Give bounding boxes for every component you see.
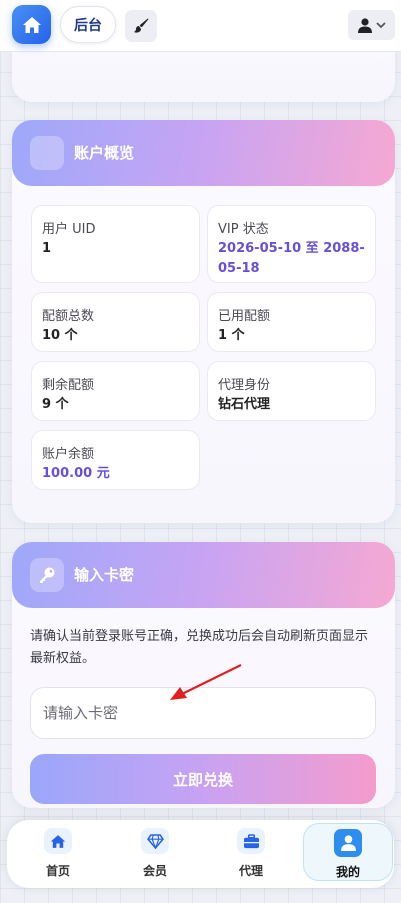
stat-quota-total: 配额总数 10 个 <box>31 292 200 352</box>
redeem-title: 输入卡密 <box>74 566 135 584</box>
account-overview-header: 账户概览 <box>12 120 395 186</box>
annotation-arrow-icon <box>170 664 242 700</box>
stat-label: 剩余配额 <box>42 378 95 393</box>
brush-icon <box>134 18 149 33</box>
key-icon <box>40 567 55 583</box>
nav-label: 代理 <box>238 864 263 878</box>
stat-quota-remaining: 剩余配额 9 个 <box>31 361 200 421</box>
nav-item-member[interactable]: 会员 <box>110 820 200 888</box>
user-icon <box>357 17 372 33</box>
stat-value: 100.00 元 <box>42 466 110 481</box>
home-button[interactable] <box>12 5 51 44</box>
key-icon-wrap <box>30 558 64 592</box>
stat-value: 10 个 <box>42 328 78 343</box>
account-overview-title: 账户概览 <box>74 144 135 162</box>
chevron-down-icon <box>375 22 386 29</box>
stat-label: 已用配额 <box>218 309 271 324</box>
stat-value: 1 <box>42 241 52 256</box>
theme-brush-button[interactable] <box>125 10 157 42</box>
stat-value: 钻石代理 <box>218 397 271 412</box>
stat-value: 1 个 <box>218 328 245 343</box>
stat-label: 账户余额 <box>42 447 95 462</box>
nav-label: 首页 <box>45 864 70 878</box>
overview-icon <box>30 136 64 170</box>
diamond-icon <box>141 828 169 854</box>
stat-label: 代理身份 <box>218 378 271 393</box>
user-menu-button[interactable] <box>348 10 395 40</box>
stat-value: 9 个 <box>42 397 69 412</box>
stat-label: 配额总数 <box>42 309 95 324</box>
stat-label: VIP 状态 <box>218 222 269 237</box>
stat-user-uid: 用户 UID 1 <box>31 205 200 283</box>
admin-button[interactable]: 后台 <box>60 6 116 43</box>
redeem-button[interactable]: 立即兑换 <box>30 754 376 804</box>
nav-item-mine[interactable]: 我的 <box>303 823 393 881</box>
nav-item-home[interactable]: 首页 <box>13 820 103 888</box>
stat-quota-used: 已用配额 1 个 <box>207 292 376 352</box>
briefcase-icon <box>237 828 265 854</box>
stat-vip-status: VIP 状态 2026-05-10 至 2088-05-18 <box>207 205 376 283</box>
nav-label: 我的 <box>335 865 360 879</box>
home-icon <box>44 828 72 854</box>
top-bar: 后台 <box>0 0 401 52</box>
stat-agent-level: 代理身份 钻石代理 <box>207 361 376 421</box>
nav-label: 会员 <box>142 864 167 878</box>
account-overview-card: 账户概览 用户 UID 1 VIP 状态 2026-05-10 至 2088-0… <box>12 120 395 523</box>
home-icon <box>22 16 41 33</box>
stat-balance: 账户余额 100.00 元 <box>31 430 200 490</box>
nav-item-agent[interactable]: 代理 <box>206 820 296 888</box>
stat-label: 用户 UID <box>42 222 96 237</box>
bottom-nav: 首页 会员 代理 我的 <box>7 820 394 888</box>
stat-value: 2026-05-10 至 2088-05-18 <box>218 241 365 276</box>
redeem-header: 输入卡密 <box>12 542 395 608</box>
user-icon <box>334 829 362 857</box>
